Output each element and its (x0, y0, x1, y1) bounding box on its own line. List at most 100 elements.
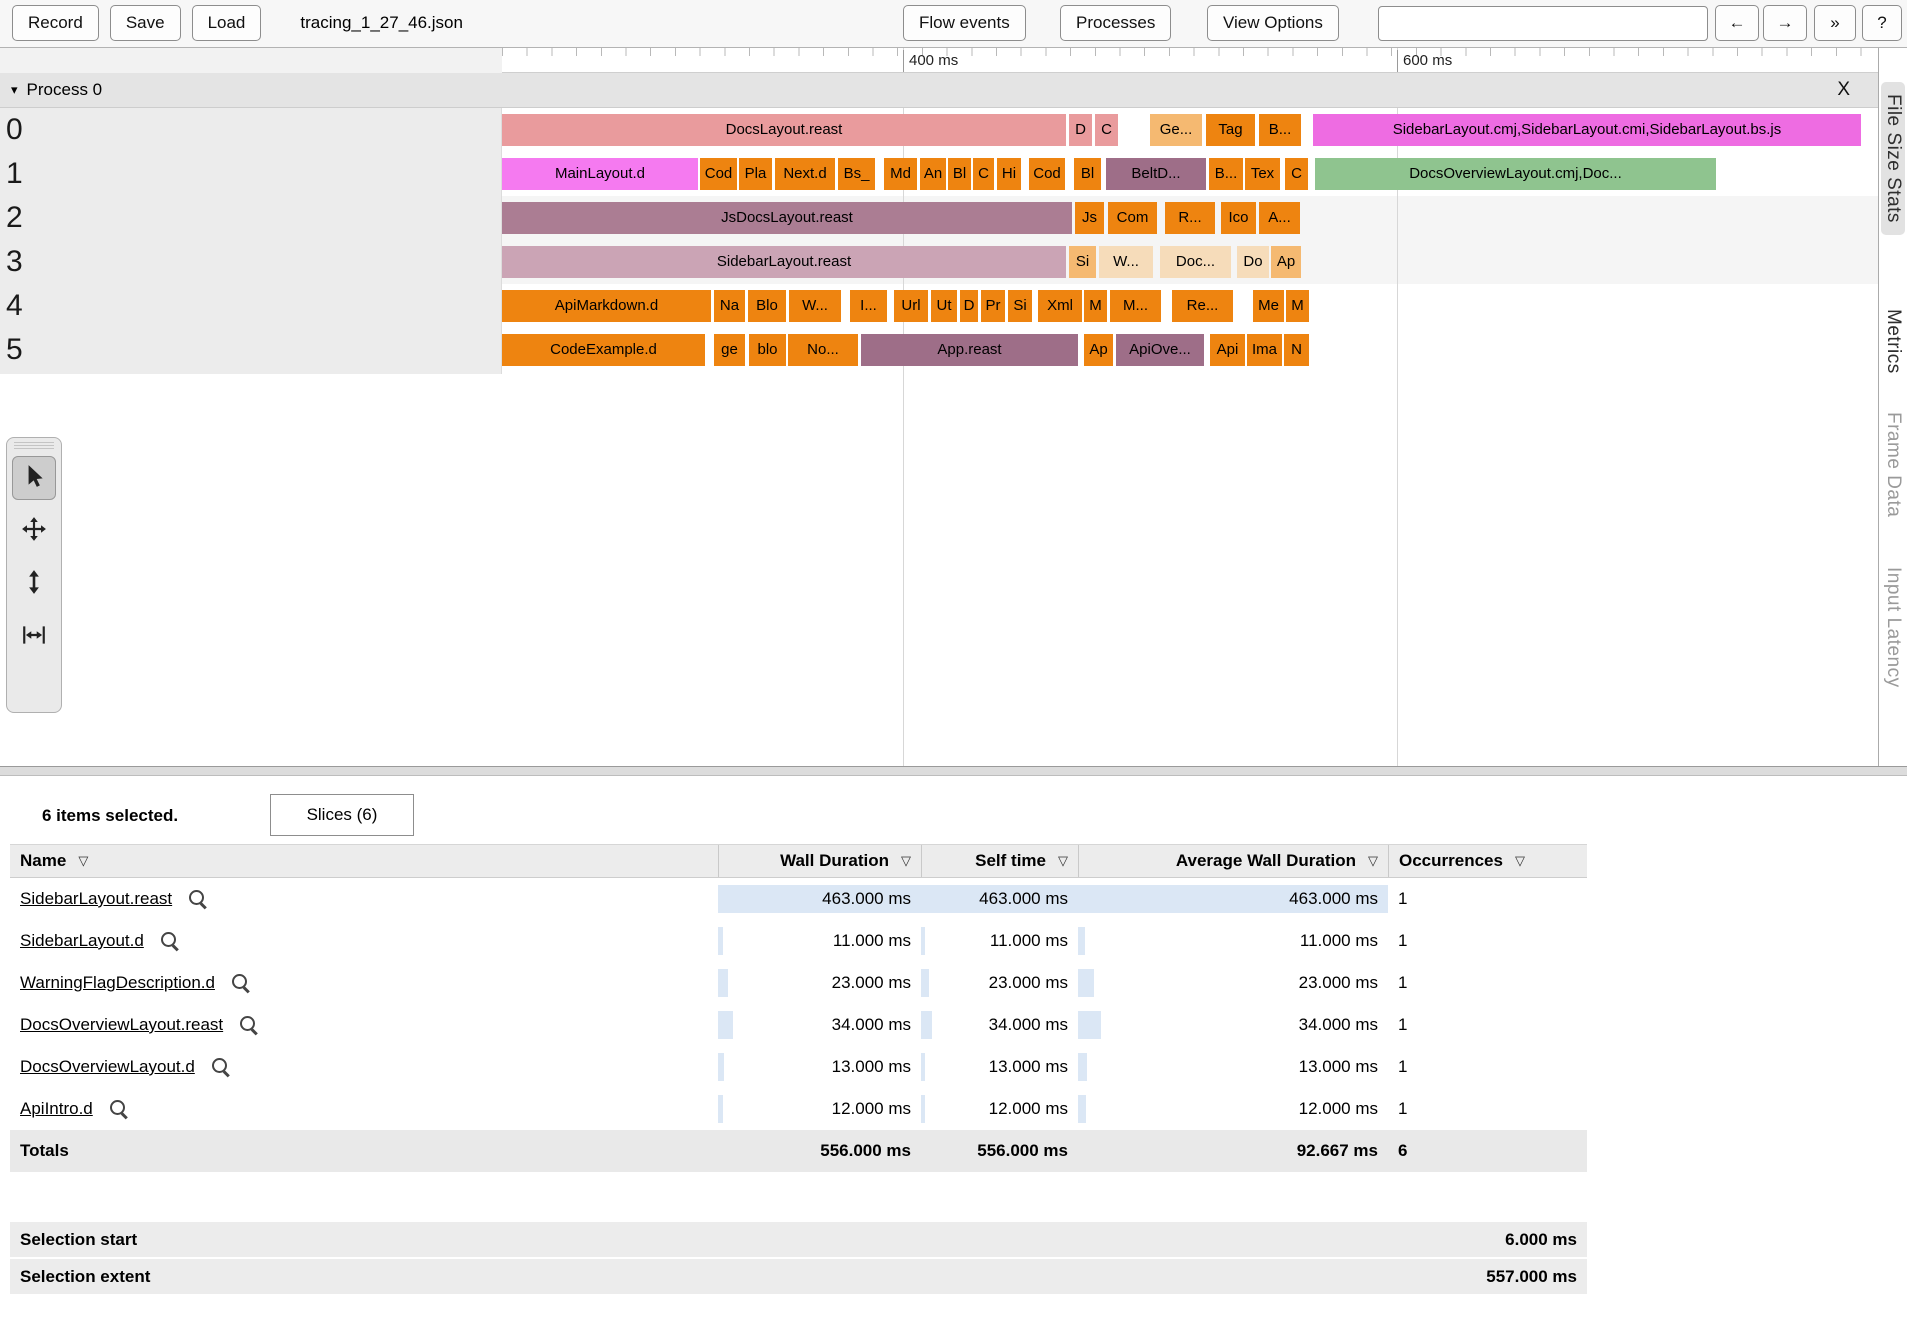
trace-slice[interactable]: Ap (1271, 246, 1301, 278)
search-magnifier-icon[interactable] (211, 1057, 231, 1077)
find-previous-button[interactable]: ← (1715, 5, 1759, 41)
trace-slice[interactable]: BeltD... (1106, 158, 1206, 190)
close-process-button[interactable]: X (1837, 79, 1850, 101)
slice-name-link[interactable]: WarningFlagDescription.d (20, 973, 215, 993)
trace-slice[interactable]: Next.d (775, 158, 835, 190)
search-magnifier-icon[interactable] (160, 931, 180, 951)
trace-slice[interactable]: DocsOverviewLayout.cmj,Doc... (1315, 158, 1716, 190)
column-header-name[interactable]: Name ▽ (10, 845, 718, 877)
trace-slice[interactable]: SidebarLayout.cmj,SidebarLayout.cmi,Side… (1313, 114, 1861, 146)
trace-slice[interactable]: Bl (948, 158, 971, 190)
trace-slice[interactable]: CodeExample.d (502, 334, 705, 366)
trace-slice[interactable]: M... (1110, 290, 1161, 322)
trace-slice[interactable]: ge (714, 334, 745, 366)
search-input[interactable] (1378, 6, 1708, 41)
table-row[interactable]: SidebarLayout.reast 463.000 ms 463.000 m… (10, 878, 1587, 920)
trace-slice[interactable]: Cod (1029, 158, 1065, 190)
search-magnifier-icon[interactable] (109, 1099, 129, 1119)
trace-slice[interactable]: Js (1075, 202, 1104, 234)
more-options-button[interactable]: » (1814, 5, 1856, 41)
trace-slice[interactable]: App.reast (861, 334, 1078, 366)
timing-tool-button[interactable] (12, 615, 56, 659)
analysis-tab-file-size-stats[interactable]: File Size Stats (1881, 82, 1905, 235)
trace-slice[interactable]: C (973, 158, 994, 190)
help-button[interactable]: ? (1862, 5, 1902, 41)
table-row[interactable]: DocsOverviewLayout.d 13.000 ms 13.000 ms… (10, 1046, 1587, 1088)
trace-slice[interactable]: Ge... (1150, 114, 1202, 146)
slice-name-link[interactable]: ApiIntro.d (20, 1099, 93, 1119)
trace-slice[interactable]: Blo (748, 290, 786, 322)
flow-events-button[interactable]: Flow events (903, 5, 1026, 41)
trace-slice[interactable]: Re... (1172, 290, 1233, 322)
trace-slice[interactable]: Cod (700, 158, 737, 190)
trace-slice[interactable]: C (1095, 114, 1118, 146)
trace-slice[interactable]: C (1285, 158, 1308, 190)
trace-slice[interactable]: Pla (739, 158, 772, 190)
column-header-self-time[interactable]: Self time ▽ (921, 845, 1078, 877)
table-row[interactable]: DocsOverviewLayout.reast 34.000 ms 34.00… (10, 1004, 1587, 1046)
trace-slice[interactable]: MainLayout.d (502, 158, 698, 190)
search-magnifier-icon[interactable] (231, 973, 251, 993)
tab-slices[interactable]: Slices (6) (270, 794, 414, 836)
load-button[interactable]: Load (191, 5, 262, 41)
trace-slice[interactable]: Ico (1221, 202, 1256, 234)
trace-slice[interactable]: D (960, 290, 978, 322)
trace-slice[interactable]: Ima (1247, 334, 1282, 366)
trace-slice[interactable]: Hi (997, 158, 1021, 190)
analysis-tab-input-latency[interactable]: Input Latency (1882, 567, 1904, 688)
trace-slice[interactable]: Md (884, 158, 917, 190)
column-header-occurrences[interactable]: Occurrences ▽ (1388, 845, 1587, 877)
trace-slice[interactable]: Na (714, 290, 745, 322)
pane-splitter[interactable] (0, 766, 1907, 776)
trace-slice[interactable]: ApiOve... (1116, 334, 1204, 366)
trace-slice[interactable]: Ap (1084, 334, 1113, 366)
slice-name-link[interactable]: SidebarLayout.reast (20, 889, 172, 909)
trace-slice[interactable]: A... (1259, 202, 1300, 234)
trace-slice[interactable]: Tag (1206, 114, 1255, 146)
trace-slice[interactable]: Bs_ (838, 158, 875, 190)
trace-slice[interactable]: No... (788, 334, 858, 366)
trace-slice[interactable]: Doc... (1160, 246, 1231, 278)
trace-slice[interactable]: Url (894, 290, 928, 322)
trace-slice[interactable]: JsDocsLayout.reast (502, 202, 1072, 234)
slice-name-link[interactable]: DocsOverviewLayout.d (20, 1057, 195, 1077)
trace-slice[interactable]: B... (1259, 114, 1301, 146)
trace-slice[interactable]: Api (1210, 334, 1245, 366)
trace-slice[interactable]: Si (1069, 246, 1096, 278)
trace-slice[interactable]: ApiMarkdown.d (502, 290, 711, 322)
trace-slice[interactable]: I... (850, 290, 887, 322)
trace-slice[interactable]: SidebarLayout.reast (502, 246, 1066, 278)
trace-slice[interactable]: Tex (1245, 158, 1280, 190)
save-button[interactable]: Save (109, 5, 181, 41)
search-magnifier-icon[interactable] (188, 889, 208, 909)
timeline-ruler[interactable]: 400 ms 600 ms (0, 48, 1878, 73)
trace-slice[interactable]: M (1286, 290, 1309, 322)
trace-slice[interactable]: DocsLayout.reast (502, 114, 1066, 146)
trace-slice[interactable]: Com (1108, 202, 1157, 234)
trace-slice[interactable]: Xml (1038, 290, 1082, 322)
palette-drag-grip[interactable] (14, 442, 54, 451)
selection-tool-button[interactable] (12, 456, 56, 500)
trace-slice[interactable]: Ut (931, 290, 957, 322)
view-options-button[interactable]: View Options (1207, 5, 1339, 41)
trace-slice[interactable]: M (1084, 290, 1107, 322)
table-row[interactable]: WarningFlagDescription.d 23.000 ms 23.00… (10, 962, 1587, 1004)
pan-tool-button[interactable] (12, 509, 56, 553)
analysis-tab-frame-data[interactable]: Frame Data (1882, 412, 1904, 517)
trace-slice[interactable]: Me (1253, 290, 1284, 322)
trace-slice[interactable]: Pr (981, 290, 1005, 322)
trace-slice[interactable]: Do (1237, 246, 1269, 278)
find-next-button[interactable]: → (1763, 5, 1807, 41)
trace-slice[interactable]: W... (1099, 246, 1153, 278)
trace-slice[interactable]: blo (749, 334, 786, 366)
trace-slice[interactable]: Si (1008, 290, 1032, 322)
slice-name-link[interactable]: DocsOverviewLayout.reast (20, 1015, 223, 1035)
column-header-average-wall-duration[interactable]: Average Wall Duration ▽ (1078, 845, 1388, 877)
collapse-triangle-icon[interactable]: ▾ (11, 82, 18, 98)
table-row[interactable]: ApiIntro.d 12.000 ms 12.000 ms 12.000 ms… (10, 1088, 1587, 1130)
search-magnifier-icon[interactable] (239, 1015, 259, 1035)
processes-button[interactable]: Processes (1060, 5, 1172, 41)
column-header-wall-duration[interactable]: Wall Duration ▽ (718, 845, 921, 877)
trace-slice[interactable]: Bl (1074, 158, 1101, 190)
record-button[interactable]: Record (12, 5, 99, 41)
